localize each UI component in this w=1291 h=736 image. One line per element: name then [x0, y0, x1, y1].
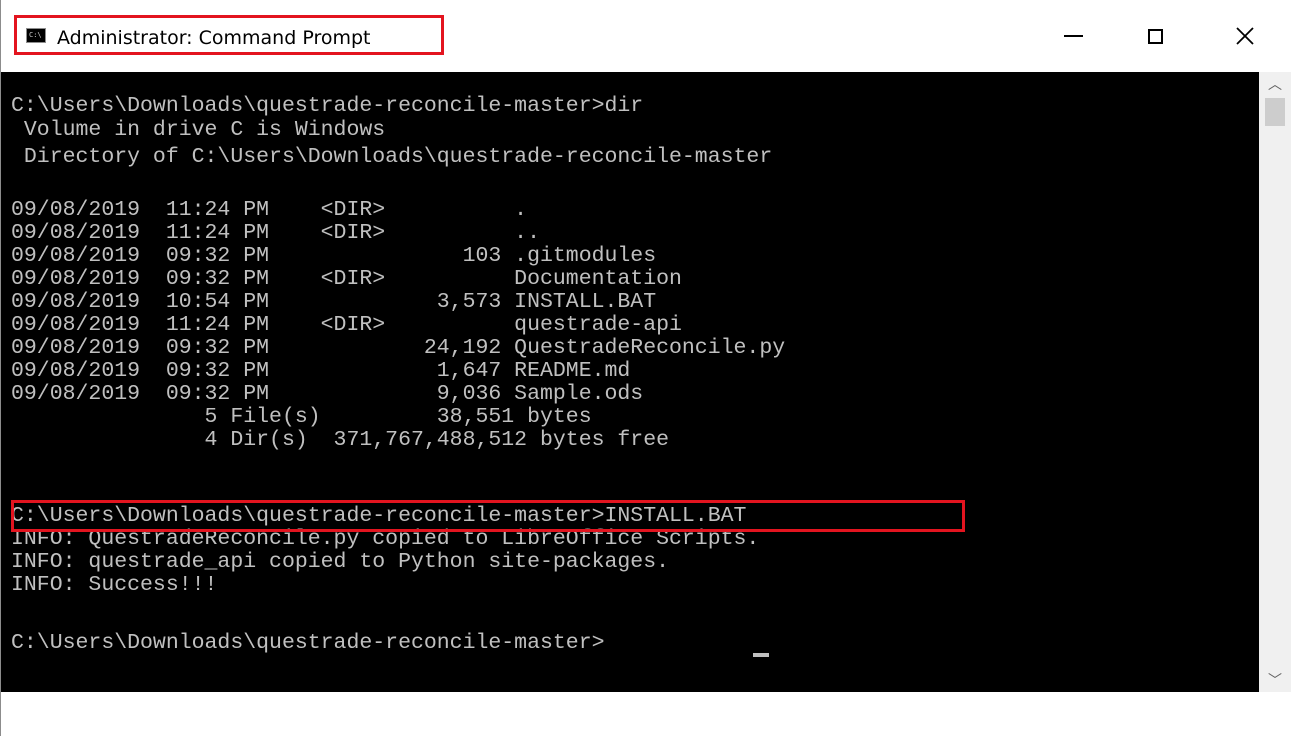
console-line: INFO: Success!!!: [11, 573, 218, 597]
title-highlight-box: [14, 15, 444, 55]
vertical-scrollbar[interactable]: ︿ ﹀: [1259, 72, 1291, 692]
scroll-thumb[interactable]: [1265, 98, 1285, 126]
scroll-down-button[interactable]: ﹀: [1259, 668, 1291, 692]
close-icon: [1236, 27, 1254, 45]
window-bottom-area: [1, 692, 1291, 736]
console-line: 09/08/2019 09:32 PM 1,647 README.md: [11, 359, 631, 383]
console-line: 09/08/2019 09:32 PM <DIR> Documentation: [11, 267, 682, 291]
console-line: INFO: questrade_api copied to Python sit…: [11, 550, 670, 574]
minimize-icon: [1063, 35, 1083, 37]
console-line: Volume in drive C is Windows: [11, 118, 386, 142]
console-line: 09/08/2019 09:32 PM 103 .gitmodules: [11, 244, 657, 268]
console-line: 4 Dir(s) 371,767,488,512 bytes free: [11, 428, 670, 452]
chevron-up-icon: ︿: [1268, 77, 1282, 93]
maximize-icon: [1147, 28, 1163, 44]
chevron-down-icon: ﹀: [1268, 673, 1282, 689]
close-button[interactable]: [1216, 16, 1274, 56]
console-line: Directory of C:\Users\Downloads\questrad…: [11, 145, 773, 169]
console-line: C:\Users\Downloads\questrade-reconcile-m…: [11, 94, 644, 118]
console-line: 09/08/2019 11:24 PM <DIR> ..: [11, 221, 540, 245]
console-line: 09/08/2019 09:32 PM 9,036 Sample.ods: [11, 382, 644, 406]
maximize-button[interactable]: [1126, 16, 1184, 56]
console-line: 09/08/2019 11:24 PM <DIR> questrade-api: [11, 313, 682, 337]
console-line: 09/08/2019 09:32 PM 24,192 QuestradeReco…: [11, 336, 786, 360]
text-cursor: [753, 653, 769, 657]
console-prompt-line: C:\Users\Downloads\questrade-reconcile-m…: [11, 631, 605, 655]
console-line: 09/08/2019 10:54 PM 3,573 INSTALL.BAT: [11, 290, 657, 314]
scroll-up-button[interactable]: ︿: [1259, 72, 1291, 96]
command-prompt-window: C:\ Administrator: Command Prompt C:\Use…: [0, 0, 1291, 736]
console-line: 5 File(s) 38,551 bytes: [11, 405, 592, 429]
minimize-button[interactable]: [1044, 16, 1102, 56]
console-output[interactable]: C:\Users\Downloads\questrade-reconcile-m…: [1, 72, 1259, 692]
title-bar[interactable]: C:\ Administrator: Command Prompt: [1, 0, 1291, 72]
console-line: 09/08/2019 11:24 PM <DIR> .: [11, 198, 528, 222]
command-highlight-box: [11, 500, 965, 532]
